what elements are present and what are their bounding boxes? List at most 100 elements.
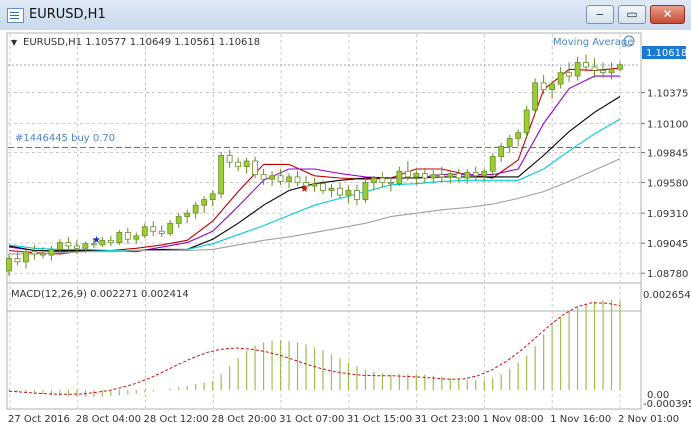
candle-body: [583, 62, 589, 68]
time-axis-label: 1 Nov 16:00: [550, 414, 611, 425]
chart-symbol-ohlc: EURUSD,H1 1.10577 1.10649 1.10561 1.1061…: [23, 37, 260, 48]
candle-body: [387, 182, 394, 185]
macd-bottom-label: -0.000395: [643, 399, 691, 410]
minimize-icon: ‒: [596, 7, 604, 21]
candle-body: [107, 239, 114, 244]
candle-body: [311, 183, 318, 187]
candle-body: [362, 182, 369, 200]
candle-body: [48, 249, 55, 256]
window-titlebar: EURUSD,H1 ‒ ▭ ✕: [0, 0, 691, 31]
candle-body: [73, 245, 80, 249]
candle-body: [396, 170, 403, 185]
candle-body: [379, 177, 386, 183]
candle-body: [345, 190, 352, 196]
close-button[interactable]: ✕: [650, 5, 685, 24]
price-axis-label: 1.10375: [647, 88, 688, 99]
indicator-name: Moving Average: [553, 37, 633, 48]
candle-body: [184, 212, 191, 217]
candle-body: [133, 235, 140, 240]
maximize-button[interactable]: ▭: [618, 5, 646, 24]
candle-body: [438, 174, 445, 178]
time-axis-label: 2 Nov 01:00: [618, 414, 679, 425]
candle-body: [82, 243, 89, 249]
time-axis-label: 28 Oct 04:00: [76, 414, 141, 425]
candle-body: [192, 204, 199, 214]
candle-body: [65, 242, 72, 247]
candle-body: [294, 176, 301, 183]
candle-body: [209, 193, 216, 200]
candle-body: [574, 62, 581, 77]
candle-body: [371, 177, 377, 183]
candle-body: [404, 170, 411, 178]
candle-body: [6, 258, 12, 272]
candle-body: [337, 187, 343, 196]
candle-body: [57, 242, 63, 250]
time-axis-label: 31 Oct 15:00: [347, 414, 412, 425]
minimize-button[interactable]: ‒: [586, 5, 614, 24]
candle-body: [175, 216, 182, 224]
candle-body: [600, 69, 606, 74]
candle-body: [226, 154, 233, 163]
candle-body: [124, 232, 131, 240]
candle-body: [447, 173, 454, 178]
candle-body: [540, 82, 547, 91]
candle-body: [40, 253, 46, 256]
price-axis-label: 1.09045: [647, 239, 688, 250]
candle-body: [472, 171, 479, 177]
candle-body: [591, 66, 598, 71]
candle-body: [260, 174, 267, 180]
macd-label: MACD(12,26,9) 0.002271 0.002414: [11, 289, 189, 300]
candle-body: [277, 175, 284, 182]
candle-body: [269, 175, 275, 180]
candle-body: [481, 170, 488, 177]
chart-window-icon: [7, 8, 24, 23]
window-title: EURUSD,H1: [29, 7, 106, 22]
candle-body: [218, 154, 225, 195]
buy-arrow-icon: ★: [92, 235, 101, 246]
candle-body: [320, 183, 326, 191]
current-price-value: 1.10618: [646, 48, 687, 59]
candle-body: [489, 156, 496, 172]
candle-body: [566, 72, 572, 77]
candle-body: [549, 83, 556, 91]
restore-icon: ▭: [626, 7, 638, 21]
candle-body: [14, 258, 21, 263]
candle-body: [286, 176, 292, 182]
time-axis-label: 27 Oct 2016: [8, 414, 70, 425]
macd-top-label: 0.002654: [643, 290, 691, 301]
candle-body: [430, 174, 437, 179]
candle-body: [116, 232, 123, 244]
close-icon: ✕: [662, 7, 673, 21]
candle-body: [354, 190, 360, 200]
price-axis-label: 1.08780: [647, 269, 688, 280]
candle-body: [455, 173, 462, 179]
price-axis-label: 1.09310: [647, 209, 688, 220]
candle-body: [506, 137, 513, 147]
time-axis-label: 31 Oct 07:00: [279, 414, 344, 425]
candle-body: [413, 173, 420, 178]
candle-body: [557, 72, 564, 85]
candle-body: [421, 173, 428, 179]
trade-label: #1446445 buy 0.70: [15, 133, 115, 144]
candle-body: [150, 226, 157, 232]
candle-body: [608, 68, 615, 74]
candle-body: [532, 82, 539, 111]
time-axis-label: 31 Oct 23:00: [415, 414, 480, 425]
candle-body: [523, 109, 530, 134]
candle-body: [498, 145, 505, 157]
price-axis-label: 1.09580: [647, 179, 688, 190]
chart-collapse-arrow[interactable]: ▼: [11, 38, 18, 47]
candle-body: [141, 226, 148, 237]
candle-body: [617, 64, 623, 70]
time-axis-label: 28 Oct 12:00: [144, 414, 209, 425]
sell-arrow-icon: ★: [300, 184, 309, 195]
candle-body: [201, 199, 208, 206]
chart-area[interactable]: 1.10375 1.10100 1.09845 1.09580 1.09310 1.090…: [0, 30, 691, 440]
candle-body: [158, 230, 165, 234]
candle-body: [23, 251, 29, 263]
candle-body: [464, 171, 471, 179]
candle-body: [167, 222, 174, 234]
candle-body: [328, 187, 335, 191]
price-axis-label: 1.10100: [647, 120, 688, 131]
time-axis-label: 1 Nov 08:00: [482, 414, 543, 425]
